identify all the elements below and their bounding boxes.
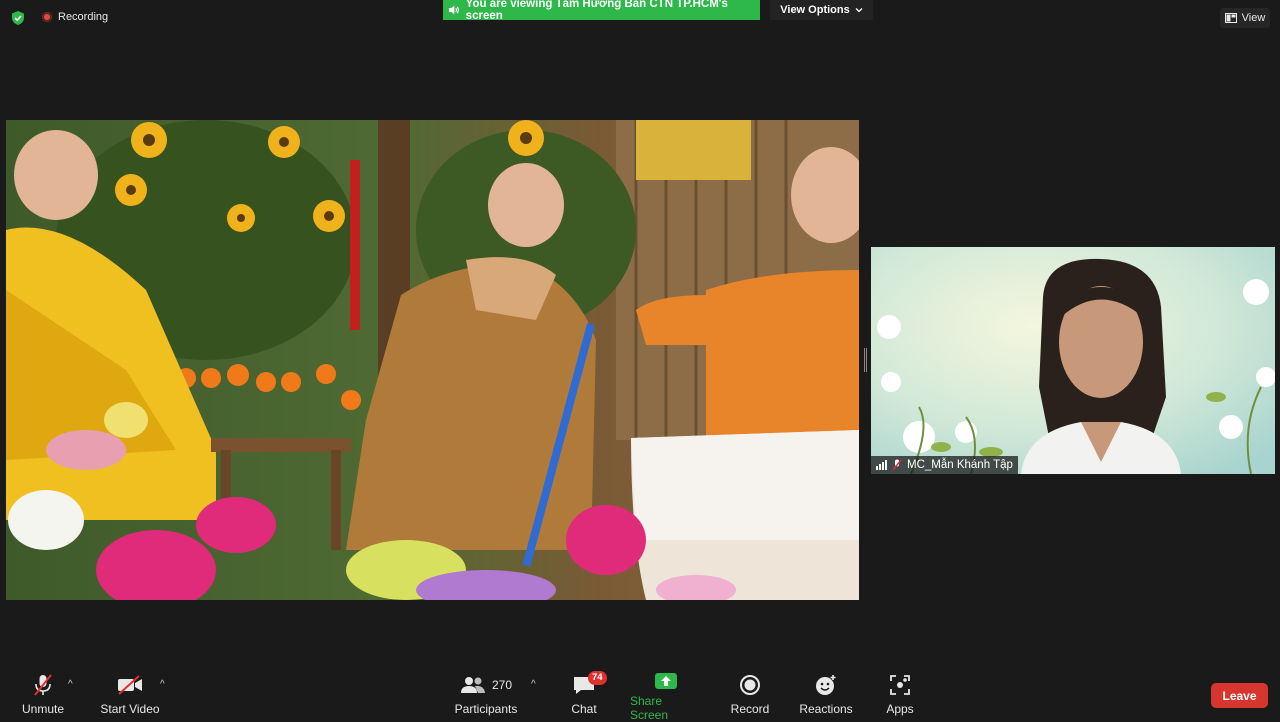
apps-label: Apps (886, 702, 914, 716)
participants-icon: 270 (460, 671, 512, 699)
view-options-label: View Options (780, 4, 850, 16)
chevron-down-icon (855, 8, 863, 13)
view-label: View (1241, 12, 1266, 24)
unmute-label: Unmute (21, 702, 65, 716)
record-label: Record (730, 702, 770, 716)
mic-off-icon (31, 671, 55, 699)
reactions-icon (814, 671, 838, 699)
recording-indicator[interactable]: Recording (42, 11, 108, 23)
viewing-screen-banner: You are viewing Tâm Hương Bản CTN TP.HCM… (443, 0, 760, 22)
chat-unread-badge: 74 (588, 671, 607, 685)
unmute-button[interactable]: Unmute (18, 671, 68, 720)
start-video-label: Start Video (100, 702, 160, 716)
participants-count: 270 (491, 678, 513, 692)
security-shield-icon[interactable] (10, 10, 26, 26)
panel-resize-handle[interactable] (863, 348, 867, 372)
muted-mic-icon (892, 459, 902, 471)
banner-text: You are viewing Tâm Hương Bản CTN TP.HCM… (465, 0, 728, 22)
share-screen-icon (654, 671, 678, 691)
video-options-caret-icon[interactable]: ^ (160, 679, 165, 690)
participants-label: Participants (454, 702, 518, 716)
chat-label: Chat (571, 702, 597, 716)
participant-name-tag: MC_Mẫn Khánh Tập (871, 456, 1018, 474)
view-button[interactable]: View (1220, 8, 1270, 28)
chat-button[interactable]: 74 Chat (563, 671, 607, 720)
view-grid-icon (1224, 13, 1237, 23)
recording-dot-icon (42, 12, 52, 22)
share-screen-button[interactable]: Share Screen (630, 671, 702, 722)
chat-icon: 74 (572, 671, 607, 699)
view-options-button[interactable]: View Options (770, 0, 873, 20)
start-video-button[interactable]: Start Video (98, 671, 162, 720)
leave-button[interactable]: Leave (1211, 683, 1268, 708)
record-icon (739, 671, 761, 699)
participant-video-tile[interactable] (871, 247, 1275, 474)
speaker-icon (448, 5, 459, 15)
record-button[interactable]: Record (728, 671, 772, 720)
apps-button[interactable]: Apps (880, 671, 920, 720)
recording-label: Recording (58, 11, 109, 23)
participants-options-caret-icon[interactable]: ^ (531, 679, 536, 690)
shared-screen[interactable] (6, 120, 859, 600)
participant-name: MC_Mẫn Khánh Tập (907, 459, 1013, 471)
audio-options-caret-icon[interactable]: ^ (68, 679, 73, 690)
reactions-label: Reactions (799, 702, 853, 716)
reactions-button[interactable]: Reactions (797, 671, 855, 720)
participants-button[interactable]: 270 Participants (452, 671, 520, 720)
signal-bars-icon (876, 460, 887, 470)
apps-icon (889, 671, 911, 699)
participant-video (871, 247, 1275, 474)
shared-screen-image (6, 120, 859, 600)
video-off-icon (117, 671, 143, 699)
share-screen-label: Share Screen (630, 694, 669, 722)
